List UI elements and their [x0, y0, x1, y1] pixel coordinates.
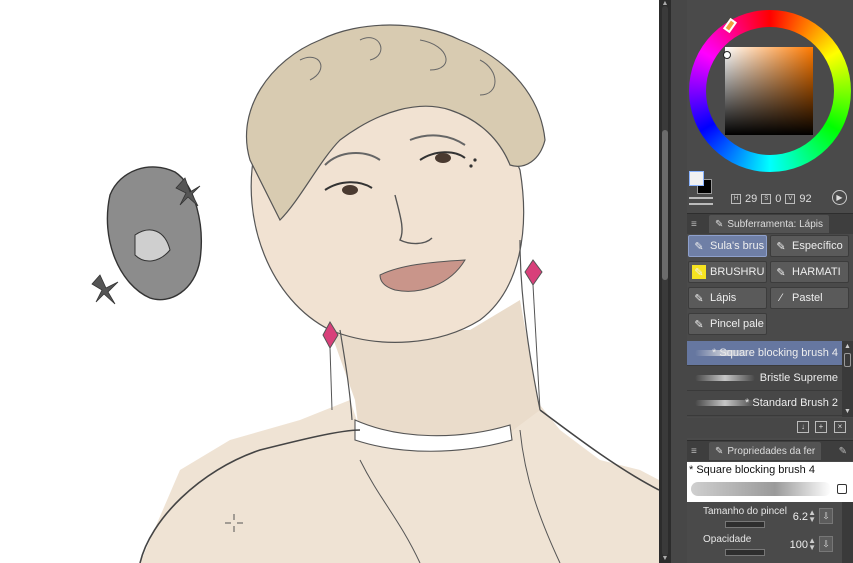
subtool-group-label: Lápis	[710, 292, 737, 304]
brush-size-row: Tamanho do pincel 6.2 ▲ ▼ ⇩	[687, 503, 842, 531]
lock-icon[interactable]	[837, 484, 847, 494]
tab-subtool[interactable]: ✎ Subferramenta: Lápis	[709, 215, 830, 233]
scroll-thumb[interactable]	[662, 130, 668, 280]
pen-icon: ✎	[715, 218, 724, 230]
subtool-group-label: Pastel	[792, 292, 823, 304]
import-icon[interactable]: ↓	[797, 421, 809, 433]
scroll-track[interactable]	[662, 6, 668, 556]
value-label-icon: V	[785, 194, 796, 204]
subtool-panel-header: ≡ ✎ Subferramenta: Lápis	[687, 213, 853, 234]
right-panel: H 29 S 0 V 92 ▶ ≡ ✎ Subferramenta: Lápis…	[687, 0, 853, 563]
subtool-group-especifico[interactable]: ✎ Específico	[770, 235, 849, 257]
play-icon[interactable]: ▶	[832, 190, 847, 205]
subtool-group-pastel[interactable]: ⁄ Pastel	[770, 287, 849, 309]
main-color-swatch[interactable]	[689, 171, 704, 186]
sticker-sketch	[91, 166, 202, 305]
drawing-canvas[interactable]	[0, 0, 659, 563]
brush-size-slider[interactable]	[725, 521, 765, 528]
pencil-icon: ✎	[694, 292, 704, 305]
subtool-group-pincel-pale[interactable]: ✎ Pincel pale	[688, 313, 767, 335]
scroll-thumb[interactable]	[844, 353, 851, 367]
opacity-stepper[interactable]: ▲ ▼	[808, 537, 816, 552]
scroll-up-icon[interactable]: ▲	[661, 0, 669, 8]
pen-icon: ✎	[694, 240, 704, 253]
subtool-footer: ↓ + ×	[687, 418, 853, 438]
opacity-dynamics-button[interactable]: ⇩	[819, 536, 833, 552]
opacity-value[interactable]: 100	[790, 539, 808, 551]
list-item[interactable]: * Standard Brush 2	[687, 391, 842, 416]
brush-size-stepper[interactable]: ▲ ▼	[808, 509, 816, 524]
saturation-value-square[interactable]	[725, 47, 813, 135]
edit-icon[interactable]: ✎	[839, 446, 847, 457]
brush-list: * Square blocking brush 4 Bristle Suprem…	[687, 341, 842, 417]
brush-stroke-preview	[695, 375, 755, 381]
brush-label: Bristle Supreme	[759, 372, 838, 384]
subtool-group-label: Específico	[792, 240, 843, 252]
list-item[interactable]: Bristle Supreme	[687, 366, 842, 391]
subtool-group-label: HARMATI	[792, 266, 841, 278]
tab-subtool-label: Subferramenta: Lápis	[727, 218, 824, 230]
brush-label: * Standard Brush 2	[745, 397, 838, 409]
pastel-icon: ⁄	[780, 292, 782, 304]
opacity-slider[interactable]	[725, 549, 765, 556]
tab-tool-property[interactable]: ✎ Propriedades da fer	[709, 442, 822, 460]
opacity-label: Opacidade	[703, 534, 752, 545]
color-cursor[interactable]	[723, 51, 731, 59]
scroll-down-icon[interactable]: ▼	[843, 407, 852, 416]
opacity-row: Opacidade 100 ▲ ▼ ⇩	[687, 531, 842, 559]
menu-icon[interactable]: ≡	[691, 219, 701, 230]
subtool-group-brushru[interactable]: ✎ BRUSHRU	[688, 261, 767, 283]
brush-name: * Square blocking brush 4	[689, 464, 815, 476]
brush-size-label: Tamanho do pincel	[703, 506, 787, 517]
illustration	[91, 24, 659, 563]
tool-property-scrollbar[interactable]	[842, 502, 853, 563]
brush-size-value[interactable]: 6.2	[793, 511, 808, 523]
list-item[interactable]: * Square blocking brush 4	[687, 341, 842, 366]
panel-divider[interactable]	[671, 0, 687, 563]
hsv-readout: H 29 S 0 V 92	[731, 193, 812, 205]
subtool-group-label: Sula's brus	[710, 240, 765, 252]
subtool-group-harmati[interactable]: ✎ HARMATI	[770, 261, 849, 283]
hue-label-icon: H	[731, 194, 741, 204]
brush-stroke-preview	[695, 400, 755, 406]
pen-icon: ✎	[776, 240, 786, 253]
tool-property-header: ≡ ✎ Propriedades da fer ✎	[687, 440, 853, 461]
brush-stroke-preview	[691, 482, 831, 496]
subtool-group-label: BRUSHRU	[710, 266, 765, 278]
tab-tool-property-label: Propriedades da fer	[727, 445, 816, 457]
pen-icon: ✎	[715, 445, 724, 457]
subtool-group-lapis[interactable]: ✎ Lápis	[688, 287, 767, 309]
color-wheel-panel: H 29 S 0 V 92 ▶	[687, 0, 853, 212]
pen-icon: ✎	[694, 318, 704, 331]
duplicate-icon[interactable]: +	[815, 421, 827, 433]
hue-value[interactable]: 29	[745, 193, 757, 205]
brush-list-scrollbar[interactable]: ▲ ▼	[842, 341, 853, 417]
menu-icon[interactable]: ≡	[691, 446, 701, 457]
brush-stroke-preview	[695, 350, 755, 356]
brush-preview: * Square blocking brush 4	[687, 462, 853, 502]
brightness-value[interactable]: 92	[799, 193, 811, 205]
saturation-label-icon: S	[761, 194, 772, 204]
pen-icon: ✎	[776, 266, 786, 279]
scroll-down-icon[interactable]: ▼	[661, 555, 669, 563]
yellow-brush-icon: ✎	[692, 265, 706, 279]
subtool-group-label: Pincel pale	[710, 318, 764, 330]
subtool-group-sulas-brush[interactable]: ✎ Sula's brus	[688, 235, 767, 257]
transparent-color-icon[interactable]	[689, 197, 713, 205]
canvas-vertical-scrollbar[interactable]: ▲ ▼	[659, 0, 671, 563]
saturation-value[interactable]: 0	[775, 193, 781, 205]
trash-icon[interactable]: ×	[834, 421, 846, 433]
brush-size-dynamics-button[interactable]: ⇩	[819, 508, 833, 524]
scroll-up-icon[interactable]: ▲	[843, 342, 852, 351]
